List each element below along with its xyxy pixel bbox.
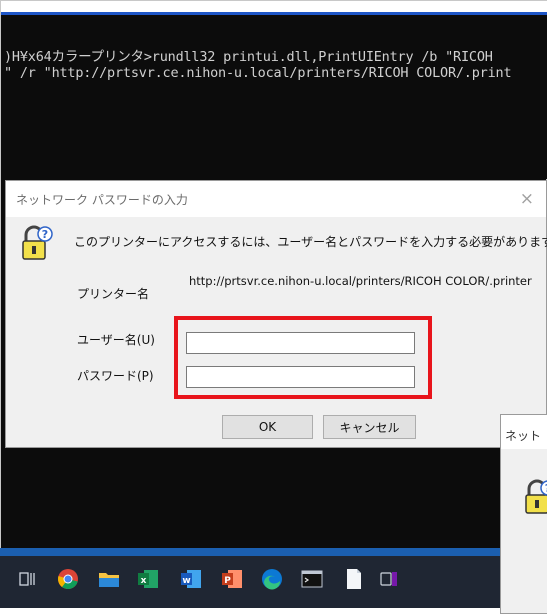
- excel-icon-letter: x: [141, 576, 147, 586]
- document-icon[interactable]: [343, 568, 365, 590]
- command-prompt-window[interactable]: )H¥x64カラープリンタ>rundll32 printui.dll,Print…: [1, 15, 547, 179]
- taskbar-accent-strip: [0, 548, 500, 556]
- dialog-message: このプリンターにアクセスするには、ユーザー名とパスワードを入力する必要があります…: [74, 235, 547, 249]
- dialog-title: ネットワーク パスワードの入力: [16, 193, 188, 207]
- powerpoint-icon-letter: P: [224, 576, 231, 586]
- ok-button[interactable]: OK: [222, 415, 313, 439]
- printer-name-value: http://prtsvr.ce.nihon-u.local/printers/…: [189, 274, 532, 288]
- lock-key-icon: ?: [523, 479, 547, 517]
- dialog2-titlebar[interactable]: ネット: [501, 415, 547, 449]
- red-highlight-box: [174, 316, 432, 399]
- onenote-icon[interactable]: [378, 568, 400, 590]
- network-password-dialog-2: ネット ?: [500, 414, 547, 614]
- password-label: パスワード(P): [77, 369, 154, 383]
- task-view-icon[interactable]: [16, 568, 38, 590]
- terminal-icon[interactable]: [301, 568, 323, 590]
- close-button[interactable]: ×: [520, 189, 534, 209]
- lock-key-icon: ?: [20, 225, 54, 263]
- printer-name-label: プリンター名: [77, 287, 150, 301]
- svg-text:?: ?: [42, 228, 48, 241]
- word-icon-letter: w: [182, 576, 190, 586]
- dialog2-title: ネット: [505, 429, 542, 443]
- console-line-1: )H¥x64カラープリンタ>rundll32 printui.dll,Print…: [4, 49, 493, 65]
- dialog-titlebar[interactable]: ネットワーク パスワードの入力 ×: [6, 181, 546, 217]
- console-line-2: " /r "http://prtsvr.ce.nihon-u.local/pri…: [4, 65, 512, 81]
- powerpoint-icon[interactable]: P: [221, 568, 243, 590]
- edge-icon[interactable]: [261, 568, 283, 590]
- excel-icon[interactable]: x: [137, 568, 159, 590]
- username-label: ユーザー名(U): [77, 333, 155, 347]
- cancel-button[interactable]: キャンセル: [323, 415, 416, 439]
- chrome-icon[interactable]: [57, 568, 79, 590]
- window-top-strip: [1, 1, 547, 12]
- file-explorer-icon[interactable]: [98, 568, 120, 590]
- word-icon[interactable]: w: [180, 568, 202, 590]
- network-password-dialog: ネットワーク パスワードの入力 × ? このプリンターにアクセスするには、ユーザ…: [5, 180, 547, 448]
